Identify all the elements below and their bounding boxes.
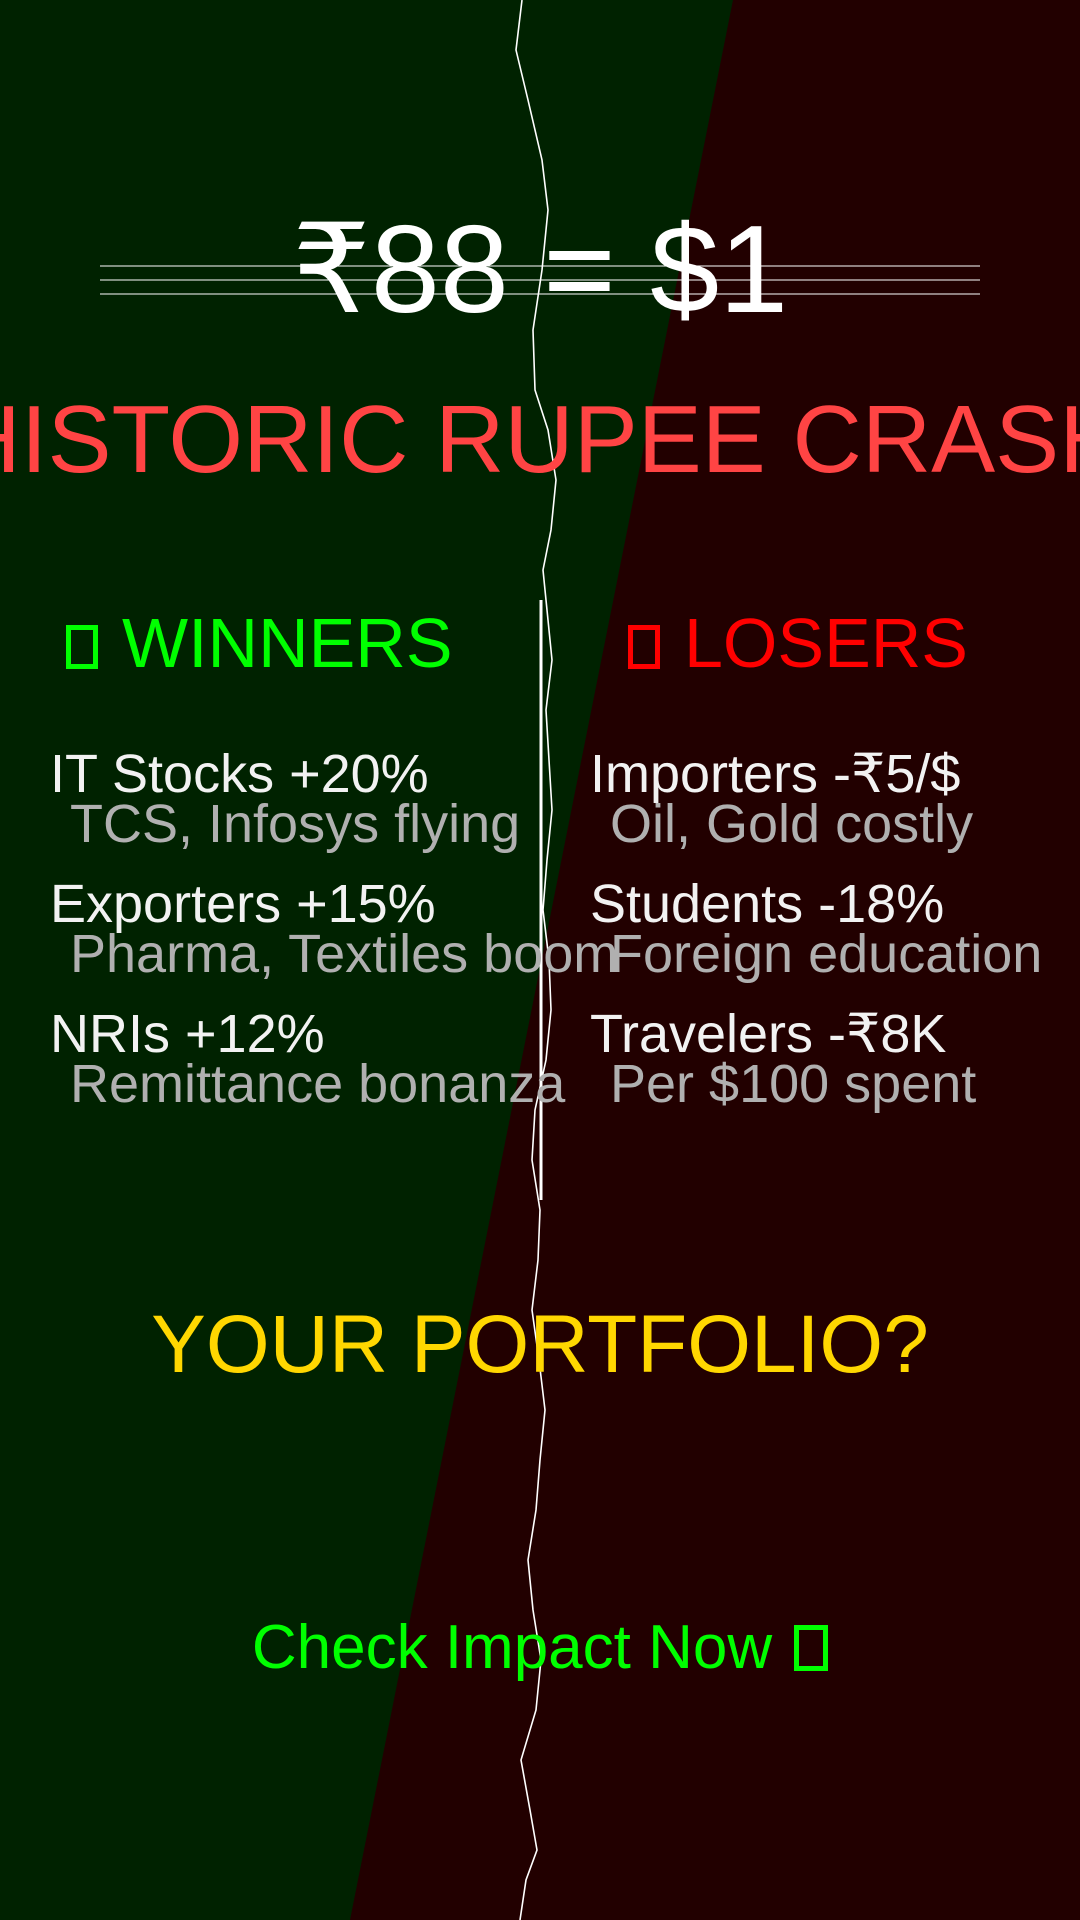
check-impact-label: Check Impact Now bbox=[251, 1613, 773, 1682]
loser-item-subtitle: Oil, Gold costly bbox=[610, 794, 974, 854]
winners-heading-label: WINNERS bbox=[122, 604, 453, 682]
losers-heading: LOSERS bbox=[628, 605, 968, 681]
crash-banner: HISTORIC RUPEE CRASH bbox=[0, 386, 1080, 493]
loser-item-subtitle: Per $100 spent bbox=[610, 1054, 977, 1114]
losers-heading-label: LOSERS bbox=[684, 604, 968, 682]
portfolio-question: YOUR PORTFOLIO? bbox=[151, 1299, 929, 1390]
box-icon bbox=[794, 1625, 829, 1671]
winner-item-subtitle: TCS, Infosys flying bbox=[70, 794, 521, 854]
winner-item-subtitle: Pharma, Textiles boom bbox=[70, 924, 619, 984]
exchange-rate-headline: ₹88 = $1 bbox=[291, 201, 789, 339]
box-icon bbox=[66, 625, 98, 669]
box-icon bbox=[628, 625, 660, 669]
check-impact-button[interactable]: Check Impact Now bbox=[0, 1613, 1080, 1683]
winners-heading: WINNERS bbox=[66, 605, 453, 681]
loser-item-subtitle: Foreign education bbox=[610, 924, 1043, 984]
winner-item-subtitle: Remittance bonanza bbox=[70, 1054, 566, 1114]
